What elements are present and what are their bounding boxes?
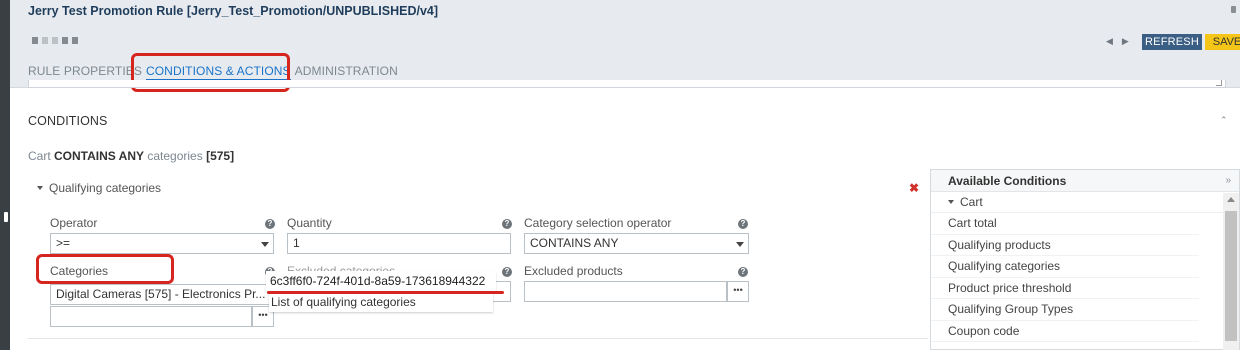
operator-select[interactable]: >=: [50, 233, 274, 254]
cart-group-toggle[interactable]: Cart: [931, 192, 1239, 213]
chevron-down-icon: [261, 242, 269, 247]
summary-noun: categories: [147, 149, 203, 163]
save-button[interactable]: SAVE: [1205, 34, 1240, 50]
category-id-tooltip: 6c3ff6f0-724f-401d-8a59-173618944322: [266, 271, 496, 291]
resize-handle-icon[interactable]: [1216, 80, 1222, 86]
next-arrow-icon[interactable]: ▶: [1122, 36, 1129, 47]
operator-value: >=: [56, 236, 71, 250]
tab-rule-properties[interactable]: RULE PROPERTIES: [28, 64, 142, 81]
link-icon[interactable]: [52, 37, 58, 44]
quantity-value: 1: [293, 236, 300, 250]
excluded-products-input[interactable]: [524, 281, 727, 302]
toolbar-icons: [32, 37, 78, 44]
promotion-editor: Jerry Test Promotion Rule [Jerry_Test_Pr…: [10, 0, 1240, 350]
prev-arrow-icon[interactable]: ◀: [1106, 36, 1113, 47]
available-conditions-panel: Available Conditions » Cart Cart total Q…: [930, 169, 1240, 350]
condition-item-cart-total[interactable]: Cart total: [931, 213, 1199, 235]
panel-scrollbar[interactable]: [1223, 193, 1239, 350]
page-title: Jerry Test Promotion Rule [Jerry_Test_Pr…: [28, 4, 439, 18]
lock-icon: [1231, 6, 1236, 13]
operator-label: Operator: [50, 216, 98, 230]
list-icon[interactable]: [42, 37, 48, 44]
refresh-button[interactable]: REFRESH: [1142, 34, 1202, 50]
record-navigation: ◀ ▶: [1106, 36, 1129, 47]
qualifying-categories-toggle[interactable]: Qualifying categories: [37, 181, 161, 195]
copy-icon[interactable]: [62, 37, 68, 44]
cart-group-label: Cart: [960, 194, 983, 209]
expand-panel-icon[interactable]: »: [1225, 170, 1231, 192]
left-side-strip: [0, 0, 10, 350]
remove-condition-icon[interactable]: ✖: [909, 181, 919, 195]
share-icon[interactable]: [72, 37, 78, 44]
quantity-input[interactable]: 1: [287, 233, 511, 254]
strip-handle[interactable]: [4, 212, 8, 222]
scroll-thumb[interactable]: [1225, 211, 1237, 341]
categories-selected-item[interactable]: Digital Cameras [575] - Electronics Pr..…: [50, 284, 274, 305]
available-conditions-title: Available Conditions: [948, 174, 1067, 188]
conditions-heading: CONDITIONS: [28, 114, 108, 128]
condition-item-product-price-threshold[interactable]: Product price threshold: [931, 278, 1199, 299]
categories-value: Digital Cameras [575] - Electronics Pr..…: [56, 287, 266, 301]
condition-item-qualifying-group-types[interactable]: Qualifying Group Types: [931, 299, 1199, 321]
category-selection-operator-select[interactable]: CONTAINS ANY: [524, 233, 749, 254]
category-selection-operator-value: CONTAINS ANY: [530, 236, 619, 250]
categories-input[interactable]: [50, 306, 252, 327]
help-icon[interactable]: ?: [502, 267, 512, 277]
help-icon[interactable]: ?: [502, 219, 512, 229]
collapse-icon[interactable]: ⌃: [1220, 115, 1228, 126]
divider: [28, 338, 928, 339]
tab-administration[interactable]: ADMINISTRATION: [295, 64, 398, 81]
chevron-down-icon: [736, 242, 744, 247]
condition-item-qualifying-categories[interactable]: Qualifying categories: [931, 256, 1199, 278]
help-icon[interactable]: ?: [738, 267, 748, 277]
field-description-tooltip: List of qualifying categories: [269, 292, 493, 312]
caret-down-icon: [948, 200, 954, 204]
excluded-products-browse-button[interactable]: •••: [727, 281, 749, 302]
condition-summary: Cart CONTAINS ANY categories [575]: [28, 149, 234, 163]
excluded-products-label: Excluded products: [524, 264, 623, 278]
condition-item-coupon-code[interactable]: Coupon code: [931, 321, 1199, 342]
category-selection-operator-label: Category selection operator: [524, 216, 672, 230]
quantity-label: Quantity: [287, 216, 332, 230]
condition-item-qualifying-products[interactable]: Qualifying products: [931, 235, 1199, 256]
caret-down-icon: [37, 186, 43, 190]
description-textarea[interactable]: [28, 80, 1226, 88]
editor-header: Jerry Test Promotion Rule [Jerry_Test_Pr…: [10, 0, 1240, 88]
summary-prefix: Cart: [28, 149, 51, 163]
help-icon[interactable]: ?: [265, 219, 275, 229]
available-conditions-header: Available Conditions »: [931, 170, 1239, 192]
tab-bar: RULE PROPERTIES CONDITIONS & ACTIONS ADM…: [28, 64, 402, 81]
summary-operator: CONTAINS ANY: [54, 149, 145, 163]
help-icon[interactable]: ?: [738, 219, 748, 229]
delete-icon[interactable]: [32, 37, 38, 44]
scroll-up-icon[interactable]: [1227, 197, 1235, 202]
tab-conditions-actions[interactable]: CONDITIONS & ACTIONS: [145, 64, 291, 81]
categories-label: Categories: [50, 264, 109, 278]
qualifying-categories-label: Qualifying categories: [49, 181, 162, 195]
summary-value: [575]: [206, 149, 235, 163]
